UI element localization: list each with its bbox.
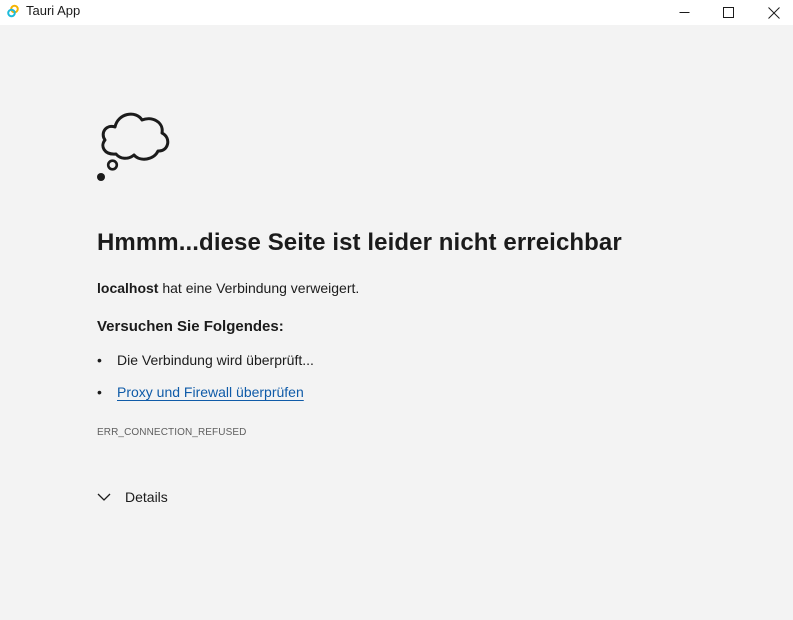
suggestion-text: Die Verbindung wird überprüft...: [117, 352, 314, 368]
details-toggle[interactable]: Details: [97, 487, 168, 507]
minimize-icon: [679, 12, 689, 13]
suggestions-heading: Versuchen Sie Folgendes:: [97, 318, 284, 335]
suggestion-item: • Proxy und Firewall überprüfen: [97, 384, 304, 400]
suggestion-item: • Die Verbindung wird überprüft...: [97, 352, 314, 368]
error-description: localhost hat eine Verbindung verweigert…: [97, 280, 359, 296]
close-button[interactable]: [751, 0, 793, 25]
error-description-text: hat eine Verbindung verweigert.: [158, 280, 360, 296]
proxy-firewall-link[interactable]: Proxy und Firewall überprüfen: [117, 384, 304, 400]
window-title: Tauri App: [26, 3, 81, 18]
chevron-down-icon: [97, 493, 111, 501]
app-window: Tauri App Hmmm...diese Seite ist leider …: [0, 0, 793, 620]
error-heading: Hmmm...diese Seite ist leider nicht erre…: [97, 229, 622, 256]
maximize-button[interactable]: [705, 0, 751, 25]
bullet: •: [97, 352, 102, 368]
maximize-icon: [722, 7, 734, 18]
error-code: ERR_CONNECTION_REFUSED: [97, 427, 247, 438]
host-name: localhost: [97, 280, 159, 296]
close-icon: [768, 6, 780, 19]
bullet: •: [97, 384, 102, 400]
thought-cloud-icon: [97, 112, 170, 181]
tauri-logo-icon: [7, 4, 19, 18]
title-bar[interactable]: Tauri App: [0, 0, 793, 25]
minimize-button[interactable]: [661, 0, 707, 25]
details-label: Details: [125, 489, 168, 505]
